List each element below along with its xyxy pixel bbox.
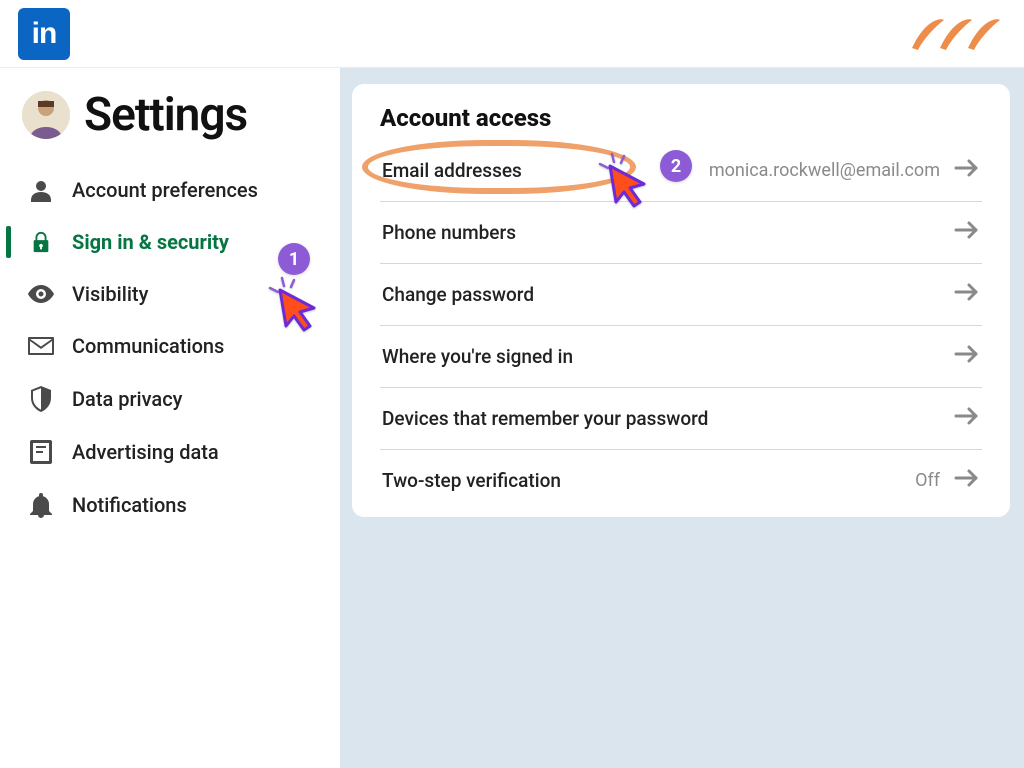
bell-icon [26, 492, 56, 518]
document-icon [26, 440, 56, 464]
brand-swoosh-icon [906, 12, 1006, 56]
sidebar-item-label: Visibility [72, 282, 148, 306]
settings-sidebar: Settings Account preferences Sign in & s… [0, 68, 340, 768]
row-label: Two-step verification [382, 469, 561, 492]
sidebar-item-account-preferences[interactable]: Account preferences [0, 164, 340, 216]
sidebar-item-sign-in-security[interactable]: Sign in & security [0, 216, 340, 268]
sidebar-item-label: Communications [72, 334, 224, 358]
shield-icon [26, 386, 56, 412]
row-email-addresses[interactable]: Email addresses monica.rockwell@email.co… [380, 140, 982, 202]
row-label: Where you're signed in [382, 345, 573, 368]
sidebar-item-label: Advertising data [72, 440, 219, 464]
account-access-panel: Account access Email addresses monica.ro… [352, 84, 1010, 517]
row-label: Change password [382, 283, 534, 306]
sidebar-item-visibility[interactable]: Visibility [0, 268, 340, 320]
row-label: Email addresses [382, 159, 522, 182]
row-change-password[interactable]: Change password [380, 264, 982, 326]
row-label: Phone numbers [382, 221, 516, 244]
arrow-right-icon [954, 158, 980, 183]
sidebar-item-notifications[interactable]: Notifications [0, 478, 340, 532]
annotation-cursor-2 [594, 150, 654, 210]
arrow-right-icon [954, 220, 980, 245]
sidebar-item-label: Data privacy [72, 387, 182, 411]
avatar[interactable] [22, 91, 70, 139]
arrow-right-icon [954, 282, 980, 307]
envelope-icon [26, 337, 56, 355]
content-area: Account access Email addresses monica.ro… [340, 68, 1024, 768]
row-phone-numbers[interactable]: Phone numbers [380, 202, 982, 264]
arrow-right-icon [954, 406, 980, 431]
row-devices-remember-password[interactable]: Devices that remember your password [380, 388, 982, 450]
arrow-right-icon [954, 468, 980, 493]
linkedin-logo-text: in [32, 17, 57, 51]
sidebar-nav: Account preferences Sign in & security V… [0, 164, 340, 532]
page-title: Settings [84, 88, 247, 142]
sidebar-item-label: Notifications [72, 493, 187, 517]
row-value: Off [915, 470, 940, 491]
row-value: monica.rockwell@email.com [709, 160, 940, 181]
sidebar-item-label: Sign in & security [72, 230, 229, 254]
sidebar-item-communications[interactable]: Communications [0, 320, 340, 372]
annotation-step-badge-2: 2 [660, 150, 692, 182]
row-where-signed-in[interactable]: Where you're signed in [380, 326, 982, 388]
linkedin-logo[interactable]: in [18, 8, 70, 60]
lock-icon [26, 230, 56, 254]
eye-icon [26, 285, 56, 303]
settings-header: Settings [0, 80, 340, 160]
person-icon [26, 178, 56, 202]
app-header: in [0, 0, 1024, 68]
sidebar-item-advertising-data[interactable]: Advertising data [0, 426, 340, 478]
row-two-step-verification[interactable]: Two-step verification Off [380, 450, 982, 511]
sidebar-item-label: Account preferences [72, 178, 258, 202]
panel-heading: Account access [380, 104, 982, 132]
sidebar-item-data-privacy[interactable]: Data privacy [0, 372, 340, 426]
row-label: Devices that remember your password [382, 407, 708, 430]
arrow-right-icon [954, 344, 980, 369]
